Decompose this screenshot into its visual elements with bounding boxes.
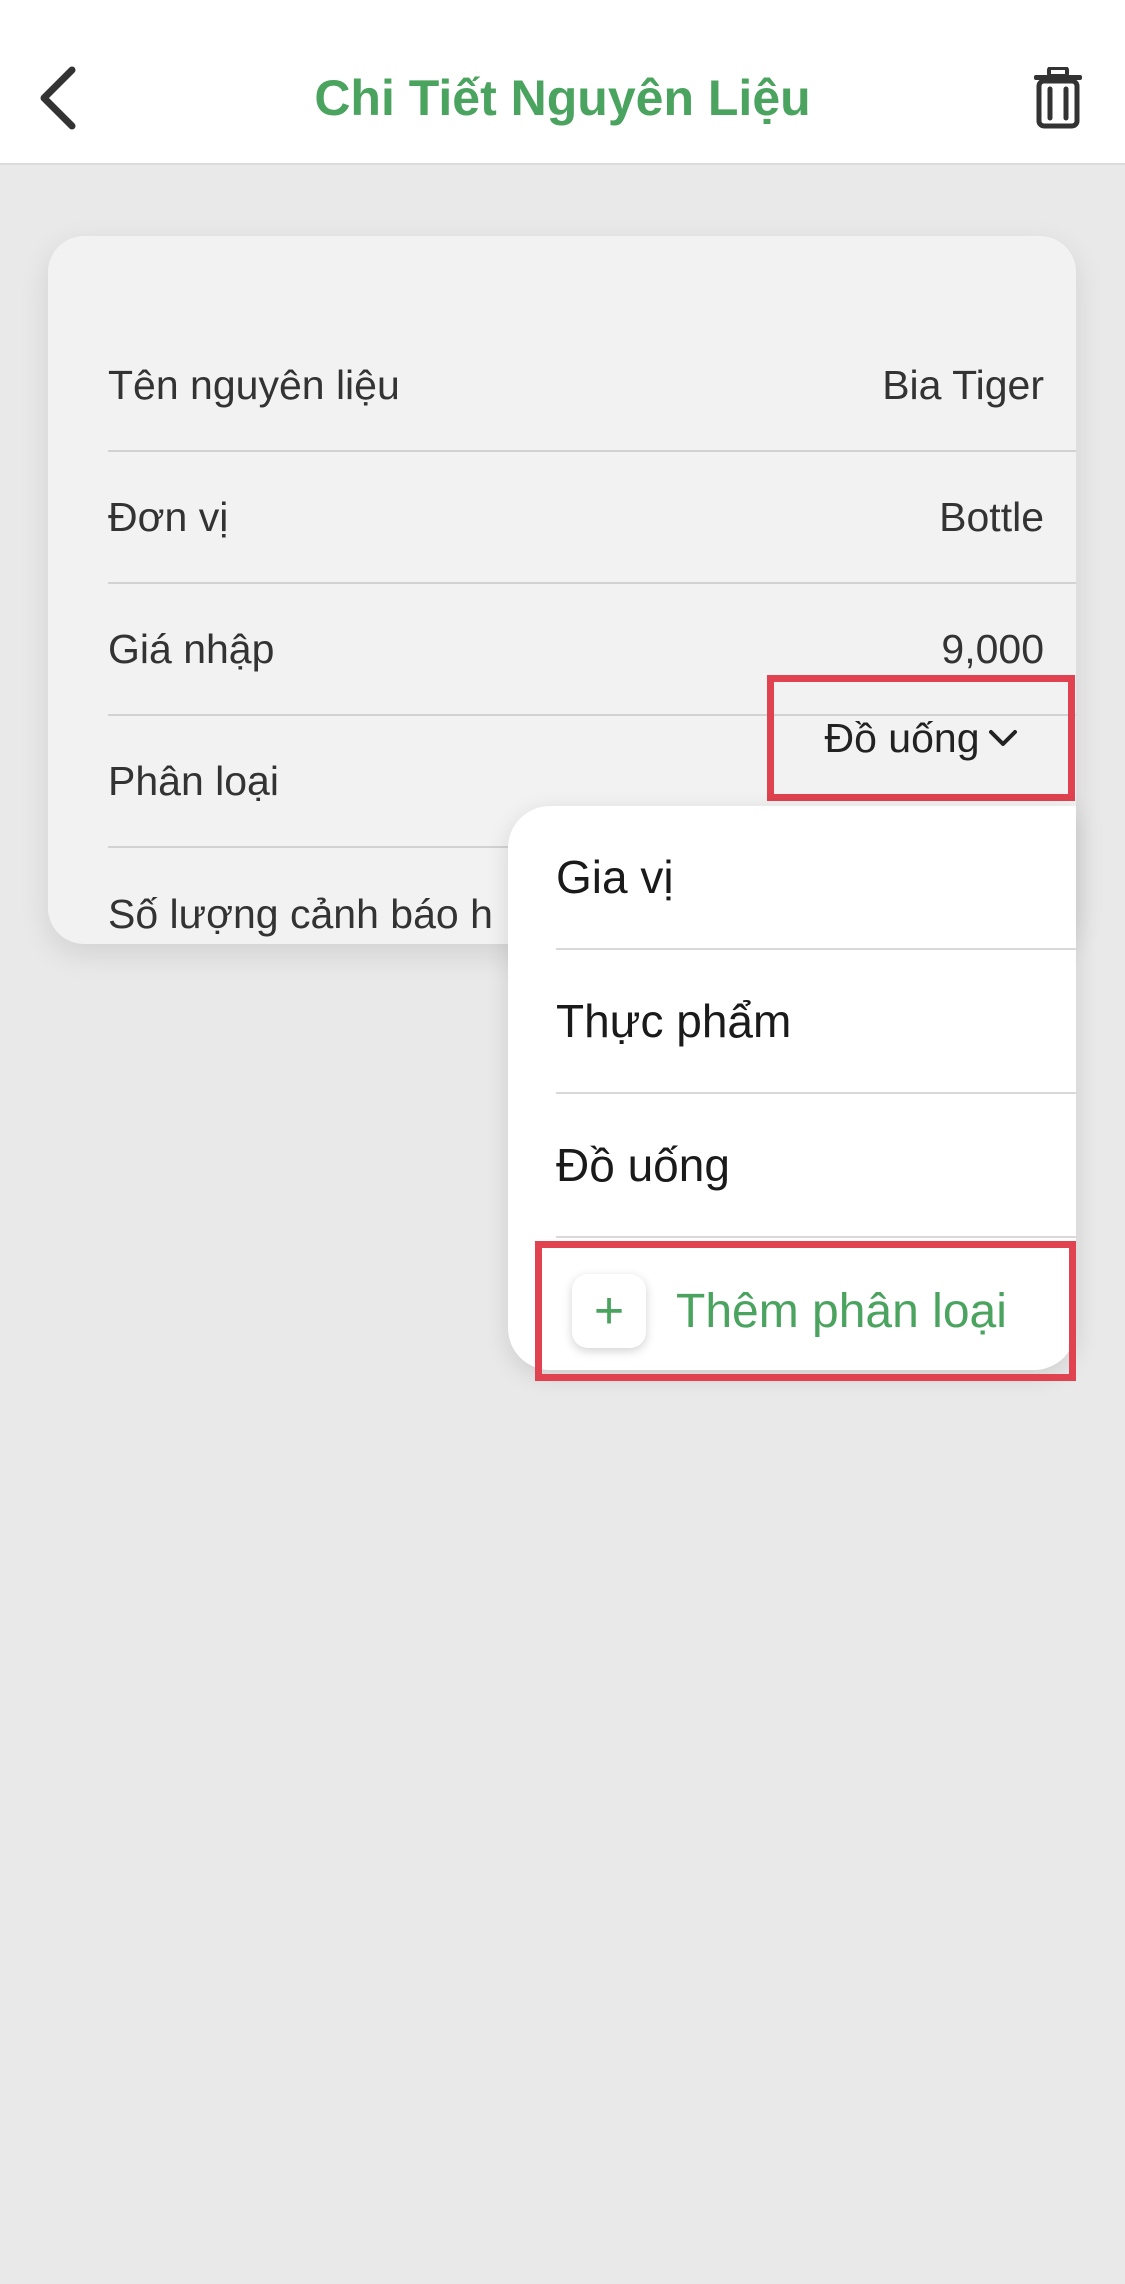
- category-dropdown-toggle[interactable]: Đồ uống: [767, 675, 1075, 801]
- row-ingredient-name: Tên nguyên liệu Bia Tiger: [108, 320, 1076, 452]
- ingredient-name-value[interactable]: Bia Tiger: [882, 362, 1044, 409]
- delete-button[interactable]: [1022, 60, 1094, 136]
- dropdown-option-drinks[interactable]: Đồ uống: [556, 1094, 1076, 1238]
- add-category-button[interactable]: + Thêm phân loại: [535, 1241, 1076, 1381]
- import-price-label: Giá nhập: [108, 625, 275, 672]
- trash-icon: [1034, 67, 1082, 129]
- unit-value[interactable]: Bottle: [939, 494, 1044, 541]
- dropdown-option-food[interactable]: Thực phẩm: [556, 950, 1076, 1094]
- unit-label: Đơn vị: [108, 493, 229, 540]
- warning-quantity-label: Số lượng cảnh báo h: [108, 890, 493, 937]
- back-button[interactable]: [28, 58, 88, 138]
- app-header: Chi Tiết Nguyên Liệu: [0, 0, 1125, 165]
- row-unit: Đơn vị Bottle: [108, 452, 1076, 584]
- category-label: Phân loại: [108, 757, 279, 804]
- category-selected-value: Đồ uống: [824, 714, 980, 761]
- dropdown-option-spices[interactable]: Gia vị: [556, 806, 1076, 950]
- add-category-label: Thêm phân loại: [676, 1284, 1007, 1338]
- plus-icon: +: [572, 1274, 646, 1348]
- import-price-value[interactable]: 9,000: [941, 626, 1044, 673]
- page-title: Chi Tiết Nguyên Liệu: [314, 70, 811, 126]
- ingredient-name-label: Tên nguyên liệu: [108, 361, 400, 408]
- chevron-left-icon: [40, 66, 76, 130]
- chevron-down-icon: [988, 730, 1017, 746]
